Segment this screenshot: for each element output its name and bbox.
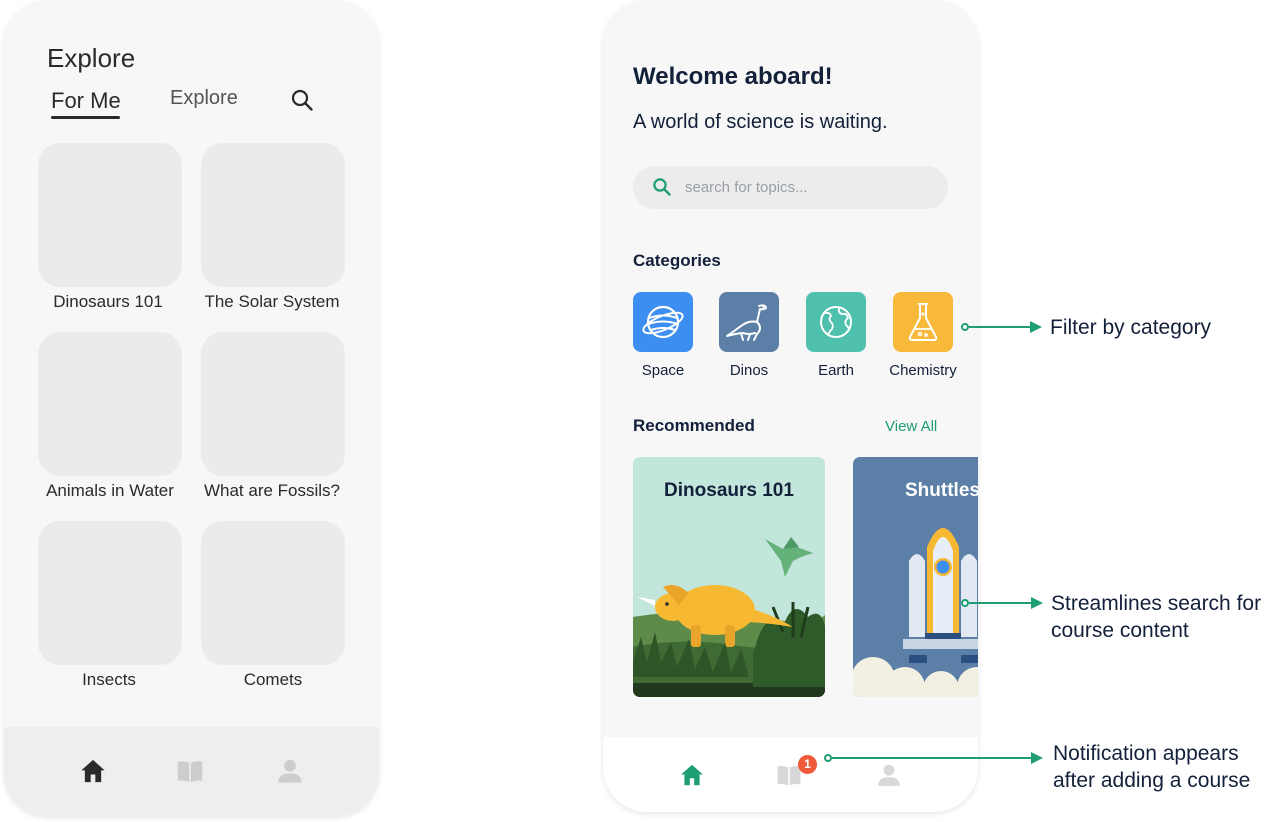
welcome-heading: Welcome aboard! <box>633 63 833 90</box>
category-label: Earth <box>818 362 854 379</box>
home-icon[interactable] <box>679 762 705 788</box>
globe-icon <box>820 306 852 338</box>
planet-icon <box>642 305 684 339</box>
course-tile-dinosaurs-101[interactable] <box>38 143 182 287</box>
recommended-heading: Recommended <box>633 416 755 435</box>
annotation-text: Notification appears after adding a cour… <box>1053 742 1251 792</box>
course-card-dinosaurs-101[interactable]: Dinosaurs 101 <box>633 457 825 697</box>
search-bar[interactable] <box>633 166 948 209</box>
annotation-dot <box>961 323 969 331</box>
tile-label: Comets <box>243 670 303 689</box>
category-label: Chemistry <box>889 362 957 379</box>
annotation-line <box>832 757 1032 759</box>
category-dinos[interactable] <box>719 292 779 352</box>
book-icon[interactable] <box>176 757 204 785</box>
flask-icon <box>908 303 938 341</box>
category-label: Space <box>641 362 685 379</box>
course-card-shuttles[interactable]: Shuttles <box>853 457 978 697</box>
annotation-line <box>969 602 1032 604</box>
user-icon[interactable] <box>876 762 902 788</box>
arrow-right-icon <box>1030 321 1042 333</box>
category-space[interactable] <box>633 292 693 352</box>
user-icon[interactable] <box>276 757 304 785</box>
course-tile-insects[interactable] <box>38 521 182 665</box>
dinosaur-illustration <box>633 537 825 697</box>
welcome-subtitle: A world of science is waiting. <box>633 111 888 133</box>
notification-badge: 1 <box>798 755 817 774</box>
view-all-link[interactable]: View All <box>885 418 937 435</box>
course-tile-comets[interactable] <box>201 521 345 665</box>
tile-label: Animals in Water <box>46 481 174 500</box>
course-tile-solar-system[interactable] <box>201 143 345 287</box>
search-icon <box>653 178 671 196</box>
category-chemistry[interactable] <box>893 292 953 352</box>
tab-for-me[interactable]: For Me <box>51 88 121 114</box>
styled-phone: Welcome aboard! A world of science is wa… <box>603 0 978 812</box>
tile-label: The Solar System <box>204 292 340 311</box>
home-icon[interactable] <box>79 757 107 785</box>
active-tab-indicator <box>51 116 120 119</box>
category-label: Dinos <box>729 362 769 379</box>
annotation-text: Streamlines search for course content <box>1051 592 1262 642</box>
annotation-dot <box>961 599 969 607</box>
course-tile-animals-in-water[interactable] <box>38 332 182 476</box>
tab-explore[interactable]: Explore <box>170 87 238 110</box>
page-title: Explore <box>47 43 136 73</box>
search-input[interactable] <box>685 166 935 209</box>
course-tile-fossils[interactable] <box>201 332 345 476</box>
search-icon[interactable] <box>290 88 314 112</box>
tile-label: Insects <box>82 670 136 689</box>
arrow-right-icon <box>1031 752 1043 764</box>
annotation-line <box>969 326 1031 328</box>
category-earth[interactable] <box>806 292 866 352</box>
annotation-text: Filter by category <box>1050 316 1212 339</box>
wireframe-phone: Explore For Me Explore Dinosaurs 101 The… <box>4 0 379 816</box>
rocket-illustration <box>853 528 978 697</box>
dinosaur-icon <box>726 304 767 341</box>
arrow-right-icon <box>1031 597 1043 609</box>
annotation-dot <box>824 754 832 762</box>
categories-heading: Categories <box>633 251 721 270</box>
tile-label: What are Fossils? <box>203 481 341 500</box>
tile-label: Dinosaurs 101 <box>53 292 163 311</box>
